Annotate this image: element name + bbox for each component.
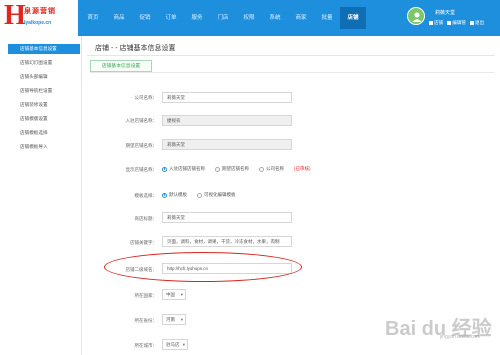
chevron-down-icon: ▾ — [180, 292, 183, 297]
radio-button[interactable] — [215, 166, 220, 172]
avatar[interactable] — [407, 7, 425, 25]
logo-mark: H — [4, 0, 26, 31]
home-icon — [429, 20, 433, 25]
edit-icon — [447, 20, 452, 25]
chevron-down-icon: ▾ — [180, 317, 183, 322]
radio-button[interactable] — [162, 166, 167, 172]
user-link-shop[interactable]: 店铺 — [429, 20, 443, 26]
nav-item-batch[interactable]: 批量 — [314, 7, 340, 29]
logout-icon — [470, 20, 474, 25]
divider — [87, 55, 495, 56]
nav-item-shop[interactable]: 店铺 — [340, 7, 366, 29]
user-name: 莉薇天堂 — [435, 10, 456, 16]
nav-item-stores[interactable]: 门店 — [210, 7, 236, 29]
logo-url: lyalkope.cn — [24, 20, 52, 26]
country-label: 所在国家： — [134, 293, 158, 298]
shop-title-input[interactable]: 莉薇天堂 — [162, 212, 292, 223]
sidebar-item-template-settings[interactable]: 店铺模版设置 — [8, 114, 80, 124]
user-icon — [412, 12, 422, 22]
nav-item-system[interactable]: 系统 — [262, 7, 288, 29]
highlight-ellipse — [104, 252, 302, 282]
nav-item-goods[interactable]: 商品 — [106, 7, 132, 29]
nav-item-promo[interactable]: 促销 — [132, 7, 158, 29]
page-title: 店铺 - - 店铺基本信息设置 — [95, 45, 176, 52]
city-label: 所在城市： — [134, 343, 158, 348]
company-name-label: 公司名称： — [134, 95, 158, 100]
sidebar: 店铺基本信息设置 店铺幻灯图设置 店铺头部编辑 店铺导航栏设置 店铺装修设置 店… — [0, 36, 82, 355]
display-name-options: 入驻店铺店铺名称 期望店铺名称 公司名称 (已审核) — [162, 166, 311, 172]
radio-entry-name[interactable]: 入驻店铺店铺名称 — [162, 166, 205, 172]
radio-expected-name[interactable]: 期望店铺名称 — [215, 166, 249, 172]
user-panel: 莉薇天堂 店铺 编辑管 退出 — [405, 5, 495, 33]
radio-button[interactable] — [162, 192, 167, 198]
user-links: 店铺 编辑管 退出 — [429, 20, 484, 26]
keywords-input[interactable]: 贝面，调料，食材，调果，干货，冷冻食材，水果，肉制 — [162, 236, 292, 247]
radio-company-name[interactable]: 公司名称 — [259, 166, 284, 172]
review-status: (已审核) — [294, 166, 311, 171]
nav-item-orders[interactable]: 订单 — [158, 7, 184, 29]
tab-basic-info[interactable]: 店铺基本信息设置 — [90, 60, 152, 72]
divider — [90, 72, 495, 73]
sidebar-item-slideshow[interactable]: 店铺幻灯图设置 — [8, 58, 80, 68]
template-select-label: 模板选择： — [134, 193, 158, 198]
nav-item-home[interactable]: 首页 — [80, 7, 106, 29]
template-options: 默认模板 可视化编辑模板 — [162, 192, 246, 198]
user-link-edit[interactable]: 编辑管 — [447, 20, 466, 26]
entry-shop-name-input: 捷视农 — [162, 115, 292, 126]
brand-logo[interactable]: H 泉源营销 lyalkope.cn — [0, 0, 78, 36]
user-link-logout[interactable]: 退出 — [470, 20, 484, 26]
radio-button[interactable] — [259, 166, 264, 172]
radio-default-template[interactable]: 默认模板 — [162, 192, 187, 198]
entry-shop-name-label: 入驻店铺名称： — [125, 118, 158, 123]
radio-visual-template[interactable]: 可视化编辑模板 — [197, 192, 236, 198]
expected-shop-name-input: 莉薇天堂 — [162, 139, 292, 150]
province-select[interactable]: 河南 ▾ — [162, 314, 186, 325]
baidu-watermark-url: jingyan.baidu.com — [440, 334, 481, 340]
sidebar-item-decoration[interactable]: 店铺装修设置 — [8, 100, 80, 110]
logo-text: 泉源营销 — [24, 8, 56, 15]
nav-item-merchant[interactable]: 商家 — [288, 7, 314, 29]
sidebar-item-basic-info[interactable]: 店铺基本信息设置 — [8, 44, 80, 54]
top-header: H 泉源营销 lyalkope.cn 首页 商品 促销 订单 服务 门店 权限 … — [0, 0, 500, 36]
country-select[interactable]: 中国 ▾ — [162, 289, 186, 300]
province-label: 所在省份： — [134, 318, 158, 323]
display-shop-name-label: 显示店铺名称： — [125, 167, 158, 172]
radio-button[interactable] — [197, 192, 202, 198]
company-name-input[interactable]: 莉薇天堂 — [162, 92, 292, 103]
chevron-down-icon: ▾ — [182, 342, 185, 347]
city-select[interactable]: 驻马店 ▾ — [162, 339, 188, 350]
sidebar-item-template-select[interactable]: 店铺模板选择 — [8, 128, 80, 138]
nav-item-service[interactable]: 服务 — [184, 7, 210, 29]
sidebar-item-nav-settings[interactable]: 店铺导航栏设置 — [8, 86, 80, 96]
sidebar-item-header-edit[interactable]: 店铺头部编辑 — [8, 72, 80, 82]
sidebar-item-template-import[interactable]: 店铺模板导入 — [8, 142, 80, 152]
keywords-label: 店铺关键字： — [130, 240, 157, 245]
shop-title-label: 商店标题： — [134, 216, 158, 221]
nav-item-permissions[interactable]: 权限 — [236, 7, 262, 29]
main-nav: 首页 商品 促销 订单 服务 门店 权限 系统 商家 批量 店铺 — [80, 7, 366, 29]
expected-shop-name-label: 期望店铺名称： — [125, 143, 158, 148]
